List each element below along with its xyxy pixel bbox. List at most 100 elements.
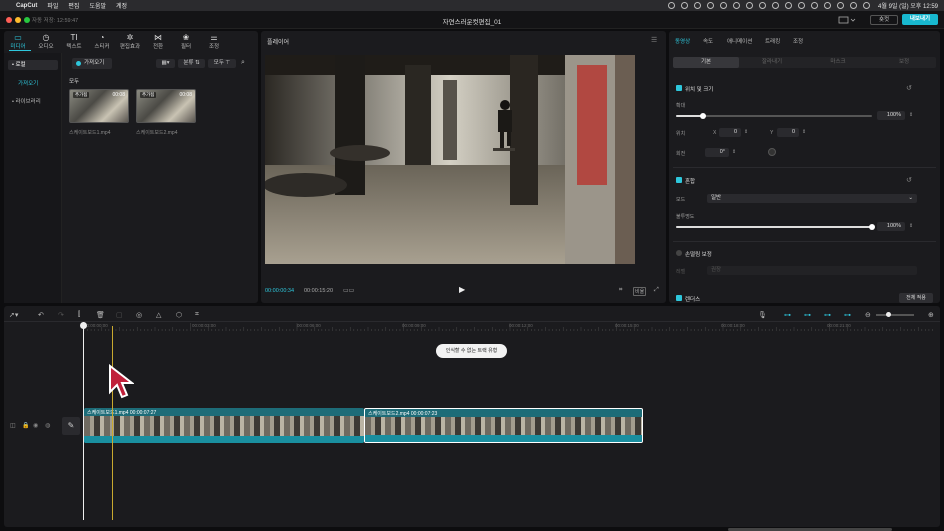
subtab-mask[interactable]: 마스크: [805, 57, 871, 68]
tab-transition[interactable]: ⋈ 전환: [144, 33, 172, 50]
timeline-clip-selected[interactable]: 스케이트보드2.mp4 00:00:07:23: [364, 408, 643, 443]
opacity-slider[interactable]: [676, 226, 872, 228]
media-item[interactable]: 추가됨 00:08: [136, 89, 196, 123]
audio-mute-icon[interactable]: ◍: [45, 422, 50, 429]
tab-adjust[interactable]: 조정: [793, 37, 803, 45]
checkbox-icon[interactable]: [676, 250, 682, 256]
opacity-value[interactable]: 100%: [877, 222, 905, 231]
playhead[interactable]: [83, 322, 84, 520]
enhance-section[interactable]: 렌더스: [676, 295, 700, 303]
subtab-correction[interactable]: 보정: [871, 57, 937, 68]
lock-icon[interactable]: 🔒: [22, 422, 29, 429]
eye-icon[interactable]: ◉: [33, 422, 38, 429]
stepper-icon[interactable]: ⇕: [802, 129, 806, 135]
menu-icon[interactable]: ☰: [651, 36, 657, 44]
cover-edit-icon[interactable]: ✎: [62, 417, 80, 435]
tab-filter[interactable]: ❀ 필터: [172, 33, 200, 50]
status-icon[interactable]: [759, 2, 767, 9]
checkbox-icon[interactable]: [676, 295, 682, 301]
stepper-icon[interactable]: ⇕: [909, 223, 913, 229]
video-preview[interactable]: [265, 55, 635, 264]
delete-icon[interactable]: 🗑: [96, 311, 105, 319]
timeline-clip[interactable]: 스케이트보드1.mp4 00:00:07:27: [84, 408, 364, 443]
status-icon[interactable]: [798, 2, 806, 9]
stabilize-section[interactable]: 손떨림 보정: [676, 250, 712, 258]
message-icon[interactable]: [694, 2, 702, 9]
menubar-clock[interactable]: 4월 9일 (일) 오후 12:59: [878, 1, 938, 10]
shield-icon[interactable]: [733, 2, 741, 9]
linkage-icon[interactable]: ⊶: [824, 311, 831, 319]
preview-axis-icon[interactable]: ⊶: [844, 311, 851, 319]
status-icon[interactable]: [707, 2, 715, 9]
crop-icon[interactable]: ⌗: [195, 311, 199, 319]
view-toggle-button[interactable]: ▦▾: [156, 59, 175, 68]
tab-adjust[interactable]: ⚌ 조정: [200, 33, 228, 50]
tab-text[interactable]: TI 텍스트: [60, 33, 88, 50]
auto-snap-icon[interactable]: ⊶: [804, 311, 811, 319]
rotate-input[interactable]: 0°: [705, 148, 729, 157]
media-item[interactable]: 추가됨 00:08: [69, 89, 129, 123]
sidebar-item-local[interactable]: • 로컬: [8, 60, 58, 70]
zoom-fit-icon[interactable]: ⊕: [928, 311, 934, 319]
battery-icon[interactable]: [824, 2, 832, 9]
mirror-icon[interactable]: △: [156, 311, 161, 319]
play-button[interactable]: ▶: [459, 285, 465, 294]
menu-help[interactable]: 도움말: [89, 1, 106, 10]
freeze-icon[interactable]: ▢: [116, 311, 123, 319]
control-center-icon[interactable]: [863, 2, 871, 9]
position-size-section[interactable]: 위치 및 크기: [676, 85, 713, 93]
apply-all-button[interactable]: 전체 적용: [899, 293, 933, 303]
search-icon[interactable]: [850, 2, 858, 9]
volume-icon[interactable]: [785, 2, 793, 9]
status-icon[interactable]: [681, 2, 689, 9]
main-track-magnet-icon[interactable]: ⊶: [784, 311, 791, 319]
search-icon[interactable]: ⌕: [241, 59, 245, 67]
stepper-icon[interactable]: ⇕: [744, 129, 748, 135]
sidebar-item-import[interactable]: 가져오기: [14, 79, 64, 89]
zoom-out-icon[interactable]: ⊖: [865, 311, 871, 319]
stabilize-level-select[interactable]: 권장: [707, 266, 917, 275]
reset-icon[interactable]: ↺: [906, 176, 912, 184]
layout-icon[interactable]: [838, 16, 856, 24]
reverse-icon[interactable]: ◎: [136, 311, 142, 319]
tab-effects[interactable]: ✲ 편집효과: [116, 33, 144, 50]
ratio-button[interactable]: 비율: [633, 287, 647, 296]
filter-all-button[interactable]: 모두 ⊤: [208, 59, 236, 68]
checkbox-icon[interactable]: [676, 85, 682, 91]
menu-account[interactable]: 계정: [116, 1, 127, 10]
tab-audio[interactable]: ◷ 오디오: [32, 33, 60, 50]
position-x-input[interactable]: 0: [719, 128, 741, 137]
split-icon[interactable]: ⫿: [78, 311, 80, 319]
focus-icon[interactable]: ⌗: [619, 287, 622, 294]
wifi-icon[interactable]: [837, 2, 845, 9]
import-button[interactable]: 가져오기: [72, 58, 112, 69]
tab-speed[interactable]: 속도: [703, 37, 713, 45]
bluetooth-icon[interactable]: [811, 2, 819, 9]
tab-video[interactable]: 동영상: [675, 37, 690, 45]
scale-value[interactable]: 100%: [877, 111, 905, 120]
rotate-icon[interactable]: ⬡: [176, 311, 182, 319]
tab-animation[interactable]: 애니메이션: [727, 37, 752, 45]
zoom-slider[interactable]: [876, 314, 914, 316]
reset-icon[interactable]: ↺: [906, 84, 912, 92]
microphone-icon[interactable]: 🎙: [758, 311, 767, 319]
scale-slider-handle[interactable]: [700, 113, 707, 119]
clock-icon[interactable]: [772, 2, 780, 9]
select-tool-icon[interactable]: ➚▾: [9, 311, 18, 319]
track-hide-icon[interactable]: ◫: [10, 422, 16, 429]
export-button[interactable]: 내보내기: [902, 14, 938, 25]
menu-file[interactable]: 파일: [47, 1, 58, 10]
status-icon[interactable]: [720, 2, 728, 9]
redo-icon[interactable]: ↷: [58, 311, 64, 319]
timecode-mode-icon[interactable]: ▭▭: [343, 287, 354, 294]
blend-mode-select[interactable]: 일반 ⌄: [707, 194, 917, 203]
checkbox-icon[interactable]: [676, 177, 682, 183]
shortcut-button[interactable]: 숏컷: [870, 15, 898, 25]
record-icon[interactable]: [668, 2, 676, 9]
tab-media[interactable]: ▭ 미디어: [4, 33, 32, 50]
menu-edit[interactable]: 편집: [68, 1, 79, 10]
fullscreen-icon[interactable]: ⤢: [654, 287, 659, 294]
tab-tracking[interactable]: 트래킹: [765, 37, 780, 45]
blend-section[interactable]: 혼합: [676, 177, 695, 185]
sidebar-item-library[interactable]: • 라이브러리: [8, 97, 58, 107]
